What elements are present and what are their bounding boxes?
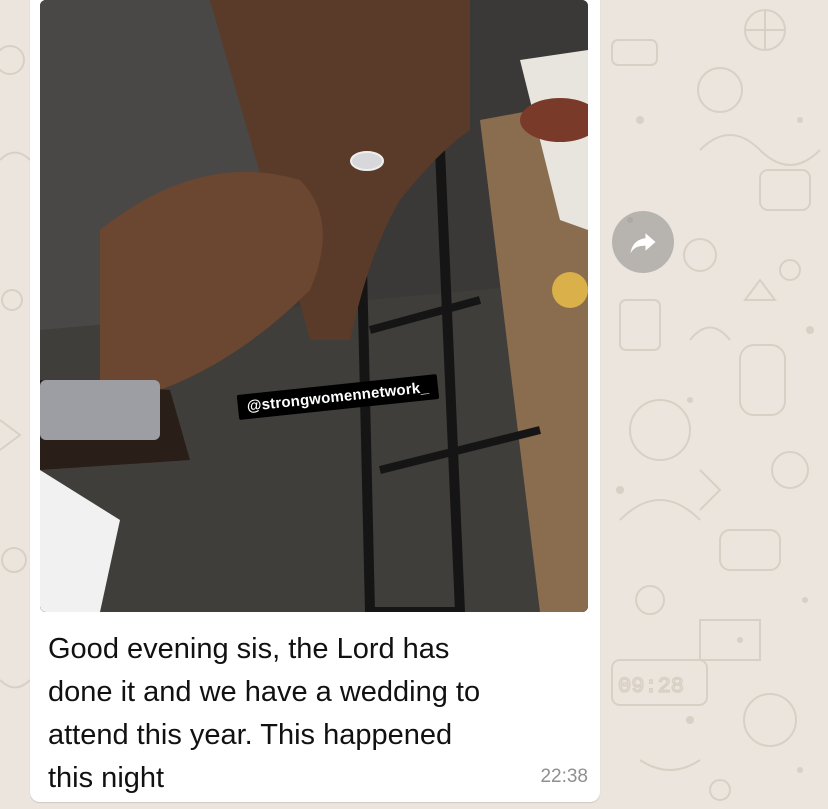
message-text: Good evening sis, the Lord has done it a…: [48, 633, 481, 794]
message-photo[interactable]: @strongwomennetwork_: [40, 0, 588, 612]
forward-button[interactable]: [612, 211, 674, 273]
message-bubble[interactable]: @strongwomennetwork_ Good evening sis, t…: [30, 0, 600, 802]
forward-arrow-icon: [630, 233, 656, 254]
svg-text:09:28: 09:28: [618, 674, 684, 699]
photo-image: [40, 0, 588, 612]
message-timestamp: 22:38: [540, 766, 588, 787]
